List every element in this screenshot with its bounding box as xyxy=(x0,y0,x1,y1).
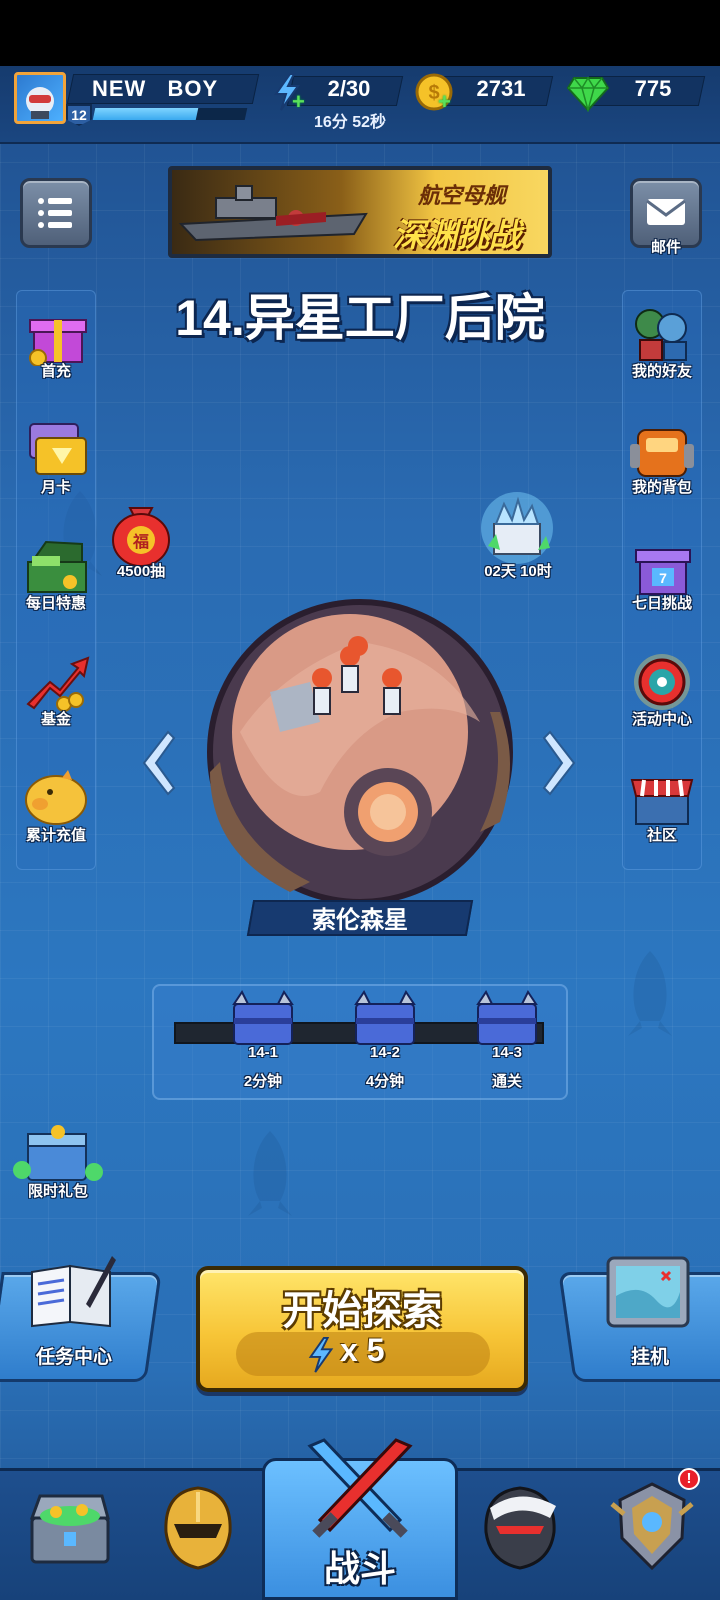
energy-timer: 16分 52秒 xyxy=(313,114,387,131)
task-book-icon xyxy=(31,1256,116,1328)
game-screen: 12 NEW BOY + 2/30 16分 52秒 $ + 2731 775 邮… xyxy=(0,66,720,1600)
start-explore-label: 开始探索 xyxy=(282,1289,442,1333)
add-gold-icon[interactable]: + xyxy=(438,91,454,113)
next-planet-arrow-icon[interactable] xyxy=(540,728,580,798)
cash-chest-icon xyxy=(27,540,87,593)
reward-chest-14-1[interactable] xyxy=(228,990,298,1050)
carrier-ship-icon xyxy=(178,185,368,242)
planet-sorensen[interactable] xyxy=(200,572,520,902)
reward-chest-icon xyxy=(354,990,416,1045)
community-label: 社区 xyxy=(646,827,677,844)
energy-bolt-icon xyxy=(308,1336,334,1373)
reward-chest-14-2[interactable] xyxy=(350,990,420,1050)
energy-count: 2/30 xyxy=(327,76,371,101)
idle-label: 挂机 xyxy=(630,1347,669,1368)
backpack-icon xyxy=(630,429,694,477)
banner-subtitle: 深渊挑战 xyxy=(392,217,521,253)
nav-shop[interactable] xyxy=(22,1478,118,1578)
rocket-bg-icon xyxy=(628,951,672,1036)
lucky-bag-icon: 福 xyxy=(112,507,170,567)
growth-arrow-icon xyxy=(26,656,90,712)
helmet-avatar-icon xyxy=(26,87,54,119)
main-menu-button[interactable] xyxy=(20,178,92,248)
lucky-bag-char: 福 xyxy=(132,532,149,551)
crystal-event-entry[interactable] xyxy=(472,490,562,570)
stage-id-14-1: 14-1 xyxy=(247,1044,279,1061)
stage-time-14-2: 4分钟 xyxy=(365,1073,405,1090)
piggy-bank-icon xyxy=(25,770,87,825)
crossed-swords-icon xyxy=(307,1438,413,1538)
treasure-chest-icon xyxy=(29,1494,110,1564)
green-gem-icon[interactable] xyxy=(566,74,610,112)
reward-chest-icon xyxy=(232,990,294,1045)
stage-time-14-3: 通关 xyxy=(491,1073,522,1090)
friends-label: 我的好友 xyxy=(631,363,692,380)
nav-character[interactable] xyxy=(470,1478,570,1578)
backpack-label: 我的背包 xyxy=(631,479,692,496)
nav-heroes[interactable] xyxy=(150,1478,246,1578)
stage-title: 14.异星工厂后院 xyxy=(175,290,545,346)
gem-count: 775 xyxy=(634,76,672,101)
top-resource-bar: 12 NEW BOY + 2/30 16分 52秒 $ + 2731 775 xyxy=(0,66,720,144)
shop-stall-icon xyxy=(630,779,694,825)
svg-text:7: 7 xyxy=(659,570,667,586)
list-menu-icon xyxy=(38,198,72,228)
limited-pack-icon xyxy=(13,1125,103,1181)
seven-day-challenge-label: 七日挑战 xyxy=(631,595,692,612)
fund-label: 基金 xyxy=(40,711,71,728)
lucky-bag-label: 4500抽 xyxy=(116,563,166,580)
idle-map-icon xyxy=(606,1256,690,1328)
player-avatar[interactable] xyxy=(14,72,66,124)
player-level-badge: 12 xyxy=(66,104,92,126)
nav-battle-label: 战斗 xyxy=(323,1548,396,1589)
player-name: NEW BOY xyxy=(92,76,219,101)
cumulative-recharge-label: 累计充值 xyxy=(25,827,86,844)
crystal-chest-icon xyxy=(481,492,553,564)
reward-chest-14-3[interactable] xyxy=(472,990,542,1050)
activity-wheel-icon xyxy=(634,654,690,710)
nav-guild[interactable] xyxy=(604,1478,700,1578)
golden-helmet-icon xyxy=(164,1486,232,1570)
month-card-icon xyxy=(29,423,87,475)
stage-id-14-2: 14-2 xyxy=(369,1044,401,1061)
mail-label: 邮件 xyxy=(650,239,681,256)
planet-name: 索伦森星 xyxy=(312,907,408,934)
gift-box-icon xyxy=(29,319,87,367)
stage-id-14-3: 14-3 xyxy=(491,1044,523,1061)
reward-chest-icon xyxy=(476,990,538,1045)
armored-hero-icon xyxy=(484,1486,556,1570)
task-center-label: 任务中心 xyxy=(35,1347,112,1368)
abyss-challenge-banner[interactable]: 航空母舰 深渊挑战 xyxy=(168,166,552,258)
guild-alert-badge: ! xyxy=(678,1468,700,1490)
activity-center-label: 活动中心 xyxy=(631,711,692,728)
xp-bar-fill xyxy=(92,108,199,120)
first-recharge-label: 首充 xyxy=(40,363,71,380)
limited-pack-label: 限时礼包 xyxy=(27,1183,88,1200)
banner-title: 航空母舰 xyxy=(417,183,506,208)
friends-icon xyxy=(635,309,687,361)
prev-planet-arrow-icon[interactable] xyxy=(138,728,178,798)
rocket-bg-icon xyxy=(248,1131,292,1216)
seven-day-gift-icon: 7 xyxy=(635,549,691,595)
stage-time-14-1: 2分钟 xyxy=(243,1073,283,1090)
guild-crest-icon xyxy=(610,1482,694,1571)
device-status-bar xyxy=(0,0,720,66)
start-cost-text: x 5 xyxy=(340,1332,385,1368)
gold-count: 2731 xyxy=(476,76,526,101)
month-card-label: 月卡 xyxy=(40,479,71,496)
daily-deal-label: 每日特惠 xyxy=(25,595,86,612)
